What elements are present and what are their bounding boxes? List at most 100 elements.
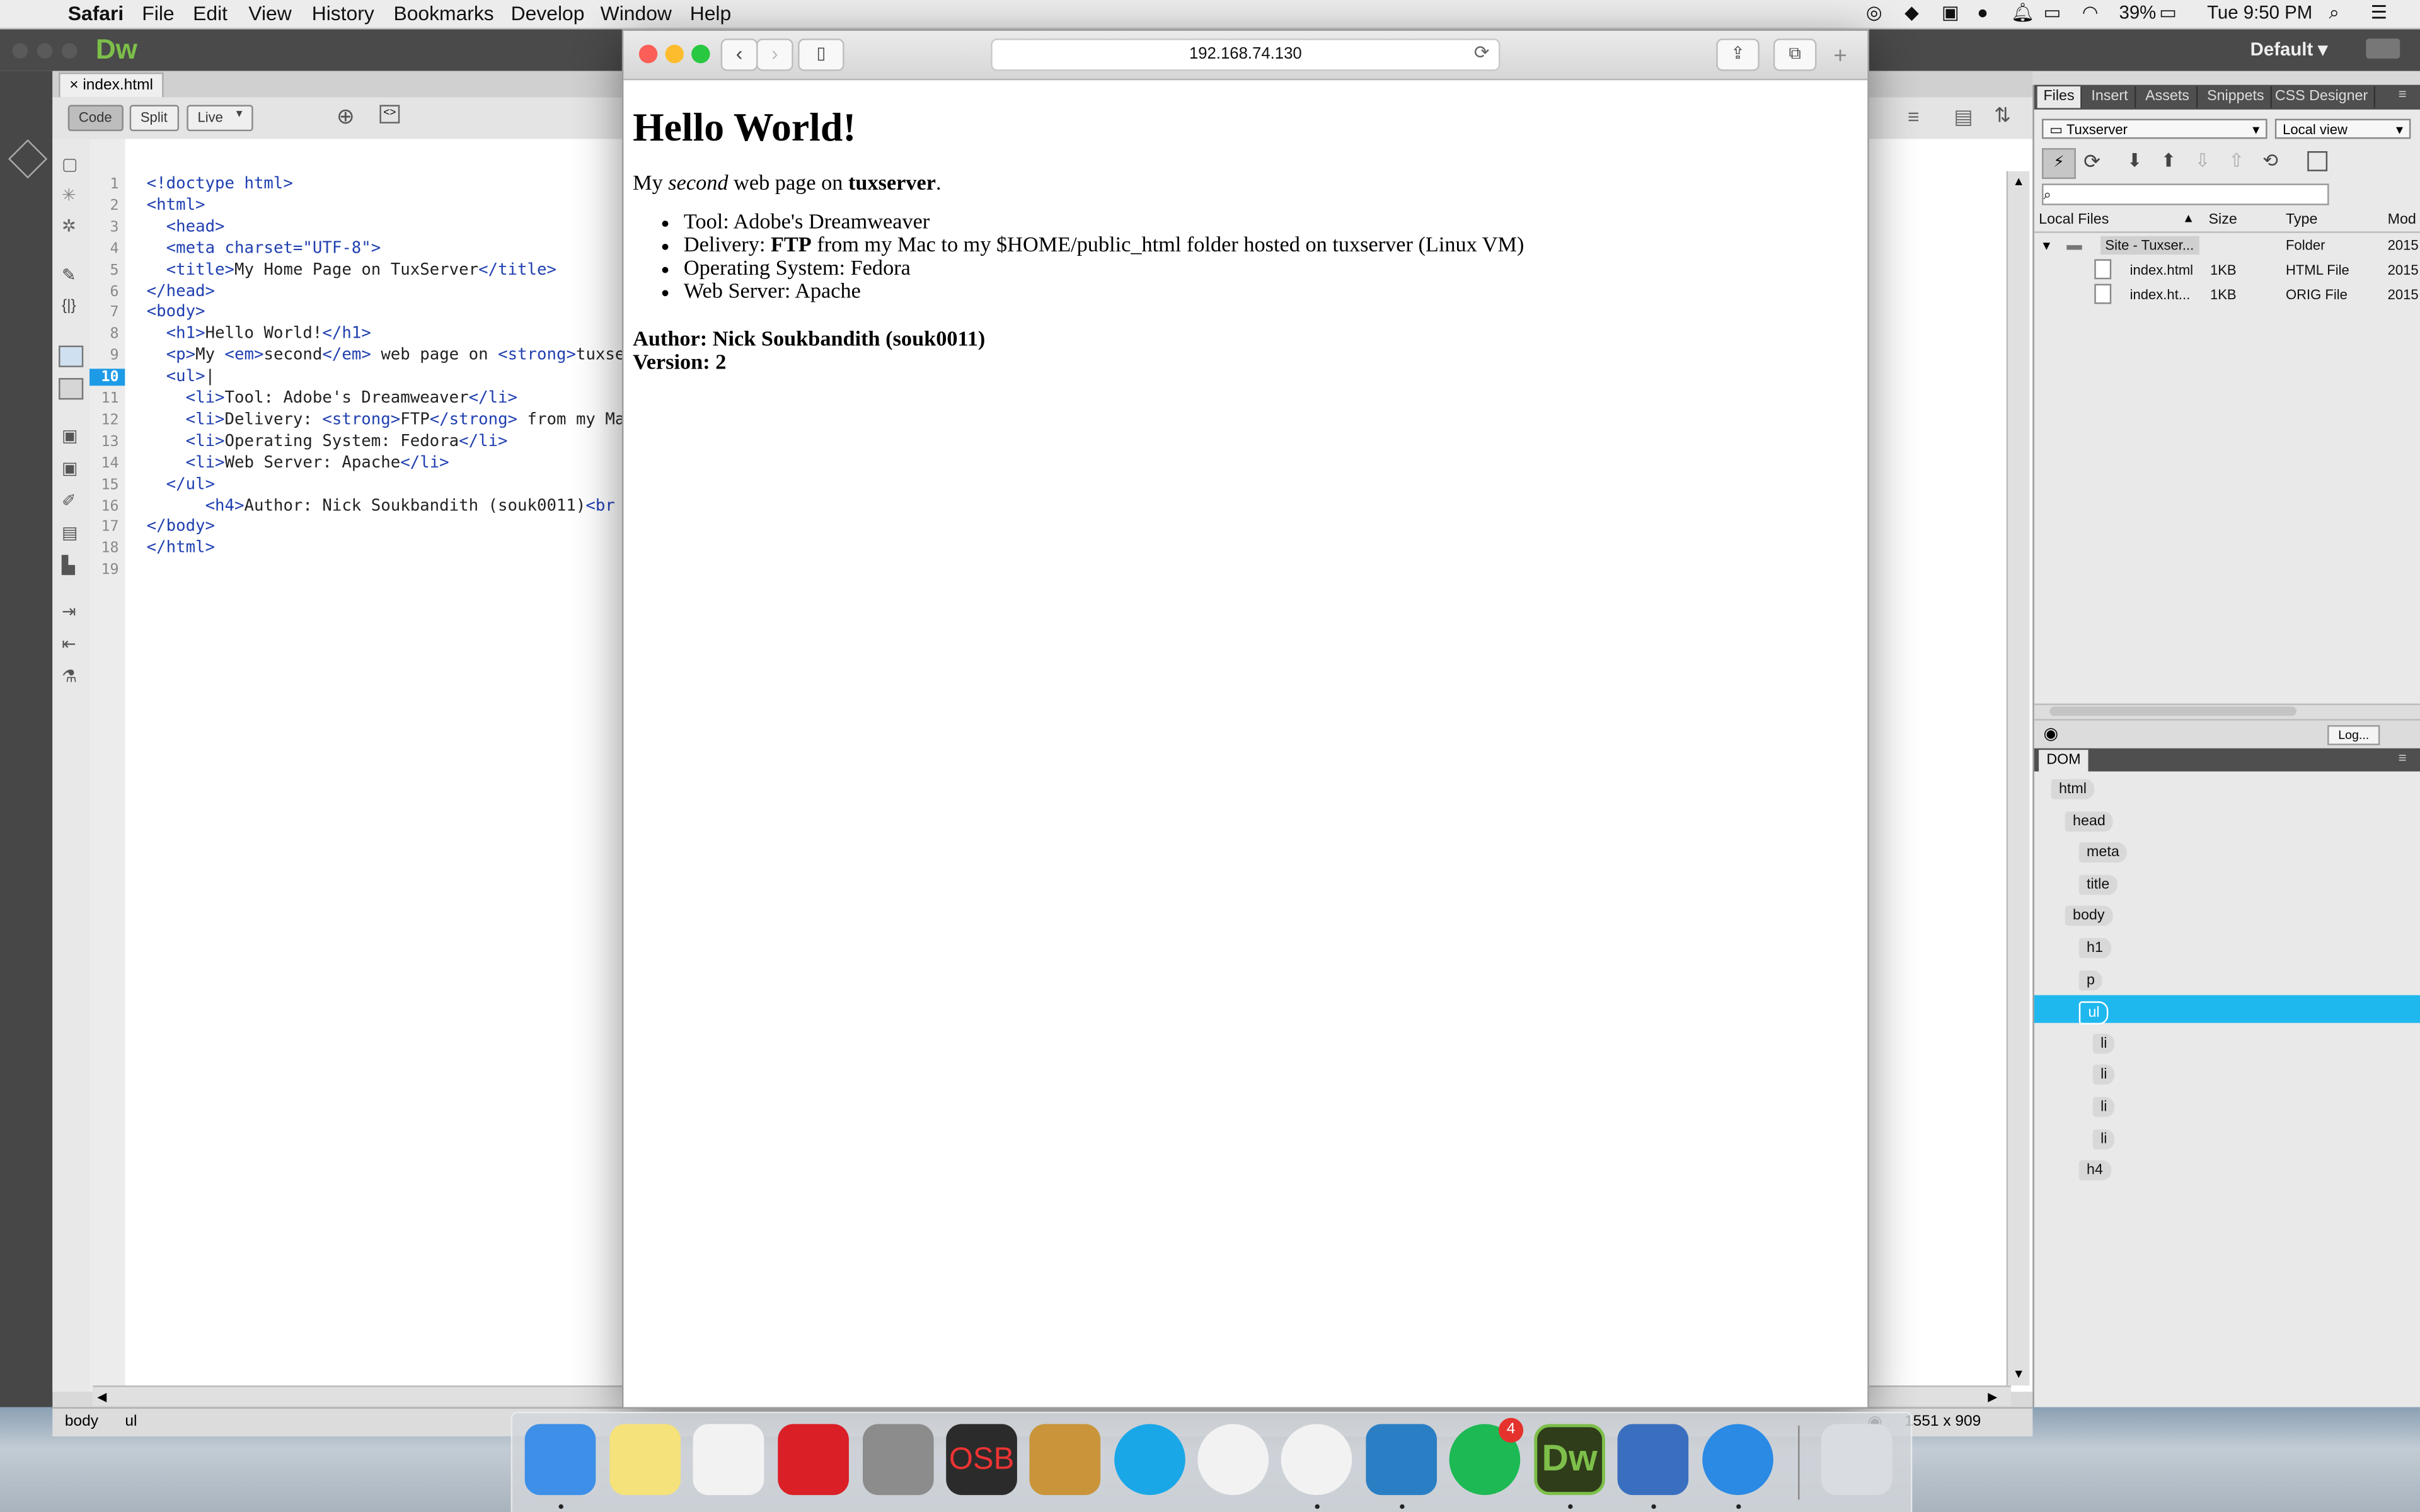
- tab-css-designer[interactable]: CSS Designer: [2269, 86, 2376, 108]
- vertical-scrollbar[interactable]: ▲ ▼: [2006, 171, 2030, 1386]
- dw-close-icon[interactable]: [12, 43, 28, 59]
- dom-node-title[interactable]: title: [2078, 874, 2118, 895]
- tab-assets[interactable]: Assets: [2139, 86, 2198, 108]
- workspace-switcher[interactable]: Default ▾: [2250, 38, 2328, 60]
- dom-node-head[interactable]: head: [2065, 811, 2114, 832]
- menu-window[interactable]: Window: [601, 1, 672, 25]
- code-line[interactable]: </head>: [147, 282, 215, 300]
- new-tab-icon[interactable]: +: [1833, 43, 1847, 70]
- col-local-files[interactable]: Local Files: [2039, 212, 2109, 229]
- code-line[interactable]: </html>: [147, 539, 215, 557]
- tab-snippets[interactable]: Snippets: [2201, 86, 2272, 108]
- osb-icon[interactable]: OSB: [946, 1424, 1017, 1496]
- refresh-icon[interactable]: ⟳: [2083, 150, 2100, 175]
- dom-node-li[interactable]: li: [2092, 1065, 2115, 1085]
- menu-help[interactable]: Help: [690, 1, 732, 25]
- options-menu-icon[interactable]: ▤: [1954, 105, 1973, 130]
- forward-button[interactable]: ›: [756, 38, 793, 71]
- sync-settings-icon[interactable]: [2366, 38, 2400, 59]
- files-hscrollbar[interactable]: [2034, 703, 2420, 719]
- code-line[interactable]: </ul>: [147, 474, 215, 493]
- code-line[interactable]: <html>: [147, 196, 205, 214]
- code-line[interactable]: <p>My <em>second</em> web page on <stron…: [147, 346, 635, 364]
- code-line[interactable]: <h4>Author: Nick Soukbandith (souk0011)<…: [147, 496, 615, 514]
- tab-close-icon[interactable]: ×: [69, 77, 83, 94]
- scroll-down-icon[interactable]: ▼: [2012, 1367, 2024, 1381]
- dom-node-body[interactable]: body: [2065, 906, 2112, 927]
- menu-history[interactable]: History: [312, 1, 374, 25]
- line-numbers-icon[interactable]: [59, 345, 84, 367]
- code-line[interactable]: <li>Delivery: <strong>FTP</strong> from …: [147, 410, 625, 428]
- code-line[interactable]: </body>: [147, 517, 215, 536]
- reload-icon[interactable]: ⟳: [1474, 42, 1490, 63]
- sidebar-toggle-icon[interactable]: ▯: [798, 38, 844, 71]
- sync-status-icon[interactable]: ●: [1977, 1, 1988, 23]
- expand-folder-icon[interactable]: ▼: [2041, 239, 2053, 253]
- menu-edit[interactable]: Edit: [193, 1, 228, 25]
- address-bar[interactable]: 192.168.74.130: [991, 38, 1501, 71]
- expand-all-icon[interactable]: ✲: [62, 216, 76, 236]
- dom-node-h4[interactable]: h4: [2078, 1160, 2111, 1181]
- file-index-orig[interactable]: index.ht...: [2130, 287, 2191, 302]
- dom-node-p[interactable]: p: [2078, 970, 2103, 990]
- code-view-button[interactable]: Code: [67, 105, 123, 132]
- dropbox-status-icon[interactable]: ◆: [1904, 1, 1919, 23]
- code-line[interactable]: <h1>Hello World!</h1>: [147, 324, 371, 343]
- vmware-fusion-icon[interactable]: [1617, 1424, 1689, 1496]
- col-mod[interactable]: Mod: [2388, 212, 2416, 229]
- collapse-tag-icon[interactable]: ✳: [62, 185, 76, 205]
- tag-selector-ul[interactable]: ul: [125, 1413, 137, 1430]
- skype-icon[interactable]: [1114, 1424, 1185, 1496]
- indent-icon[interactable]: ⇥: [62, 602, 76, 622]
- dom-node-html[interactable]: html: [2051, 779, 2095, 799]
- code-navigator-icon[interactable]: <>: [379, 105, 400, 123]
- outdent-icon[interactable]: ⇤: [62, 634, 76, 654]
- parallels-icon[interactable]: [1366, 1424, 1438, 1496]
- hearthstone-icon[interactable]: [1029, 1424, 1101, 1496]
- remove-comment-icon[interactable]: ▣: [62, 458, 78, 478]
- wifi-icon[interactable]: ◠: [2082, 1, 2099, 23]
- menu-file[interactable]: File: [142, 1, 174, 25]
- col-type[interactable]: Type: [2286, 212, 2317, 229]
- site-status-icon[interactable]: ◉: [2043, 724, 2058, 743]
- file-search-input[interactable]: ⌕: [2042, 183, 2329, 205]
- wrap-tag-icon[interactable]: ✐: [62, 491, 76, 510]
- menu-develop[interactable]: Develop: [511, 1, 585, 25]
- scroll-left-icon[interactable]: ◀: [97, 1390, 107, 1404]
- site-select[interactable]: ▭ Tuxserver ▾: [2042, 118, 2267, 139]
- tab-index-html[interactable]: × index.html: [59, 72, 164, 98]
- notification-center-icon[interactable]: ☰: [2371, 1, 2387, 23]
- extract-icon[interactable]: [8, 139, 48, 179]
- word-wrap-icon[interactable]: [59, 378, 84, 400]
- recent-snippets-icon[interactable]: ▤: [62, 523, 78, 543]
- chrome-icon[interactable]: [1281, 1424, 1352, 1496]
- dom-node-ul[interactable]: ul: [2078, 1001, 2109, 1025]
- dom-node-meta[interactable]: meta: [2078, 842, 2128, 863]
- creative-cloud-icon[interactable]: [778, 1424, 849, 1496]
- window-size[interactable]: 1551 x 909: [1904, 1413, 1981, 1430]
- close-window-icon[interactable]: [638, 45, 658, 64]
- view-select[interactable]: Local view ▾: [2274, 118, 2411, 139]
- check-in-icon[interactable]: ⇧: [2228, 150, 2244, 171]
- code-line[interactable]: <li>Tool: Adobe's Dreamweaver</li>: [147, 389, 517, 407]
- clock[interactable]: Tue 9:50 PM: [2207, 1, 2312, 23]
- back-button[interactable]: ‹: [720, 38, 758, 71]
- code-line[interactable]: <!doctype html>: [147, 175, 293, 193]
- zoom-window-icon[interactable]: [691, 45, 710, 64]
- scroll-right-icon[interactable]: ▶: [1988, 1390, 1997, 1404]
- menu-view[interactable]: View: [248, 1, 291, 25]
- dom-node-li[interactable]: li: [2092, 1033, 2115, 1054]
- spotlight-search-icon[interactable]: ⌕: [2329, 1, 2339, 25]
- dom-node-li[interactable]: li: [2092, 1128, 2115, 1149]
- code-line[interactable]: <li>Web Server: Apache</li>: [147, 453, 449, 471]
- dom-node-li[interactable]: li: [2092, 1097, 2115, 1118]
- dw-zoom-icon[interactable]: [61, 43, 78, 59]
- trash-icon[interactable]: [1821, 1424, 1893, 1496]
- apply-comment-icon[interactable]: ▣: [62, 426, 78, 445]
- site-root-row[interactable]: Site - Tuxser...: [2100, 236, 2199, 255]
- format-icon[interactable]: ⚗: [62, 667, 77, 686]
- parallels-status-icon[interactable]: ▣: [1942, 1, 1959, 23]
- move-css-icon[interactable]: ▙: [62, 556, 75, 575]
- put-files-icon[interactable]: ⬆: [2161, 150, 2177, 171]
- finder-icon[interactable]: [524, 1424, 596, 1496]
